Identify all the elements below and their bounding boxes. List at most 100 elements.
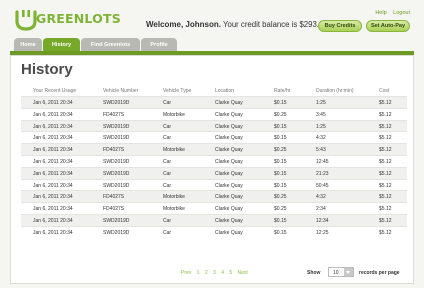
cell-vehicle-type: Car — [163, 123, 172, 130]
cell-duration: 12:25 — [316, 229, 329, 236]
cell-location: Clarke Quay — [215, 111, 243, 118]
show-label: Show — [307, 270, 321, 276]
cell-location: Clarke Quay — [215, 170, 243, 177]
cell-vehicle-type: Car — [163, 135, 172, 142]
cell-location: Clarke Quay — [215, 182, 243, 189]
table-row: Jan 6, 2011 20:34 FD4027S Motorbike Clarke … — [21, 202, 407, 214]
cell-duration: 50:45 — [316, 182, 329, 189]
help-link[interactable]: Help — [375, 10, 386, 16]
credit-balance: Your credit balance is $293.08 — [223, 20, 328, 29]
page-link-4[interactable]: 4 — [221, 270, 224, 276]
cell-cost: $5.12 — [379, 194, 392, 201]
cell-vehicle-number: FD4027S — [103, 206, 125, 213]
cell-usage-date: Jan 6, 2011 20:34 — [33, 147, 73, 154]
cell-vehicle-type: Car — [163, 100, 172, 106]
column-header-rate[interactable]: Rate/hr — [274, 88, 290, 94]
cell-cost: $5.12 — [379, 170, 392, 177]
logout-link[interactable]: Logout — [393, 10, 410, 16]
cell-vehicle-number: SWD2019D — [103, 229, 130, 236]
records-per-page-select[interactable]: 10 — [328, 267, 354, 277]
cell-vehicle-number: FD4027S — [103, 194, 125, 201]
cell-duration: 1:25 — [316, 123, 326, 130]
next-page-link[interactable]: Next — [238, 270, 248, 276]
column-header-location[interactable]: Location — [215, 88, 234, 94]
records-per-page-label: records per page — [359, 270, 400, 276]
cell-vehicle-type: Car — [163, 182, 172, 189]
column-header-vehicle-number[interactable]: Vehicle Number — [103, 88, 138, 94]
cell-vehicle-type: Motorbike — [163, 206, 185, 213]
records-per-page-value: 10 — [333, 270, 339, 276]
cell-cost: $5.12 — [379, 158, 392, 165]
cell-rate: $0.25 — [274, 194, 287, 201]
cell-vehicle-type: Car — [163, 217, 172, 224]
cell-usage-date: Jan 6, 2011 20:34 — [33, 182, 73, 189]
cell-duration: 3:45 — [316, 111, 326, 118]
column-header-usage[interactable]: Your Recent Usage — [33, 88, 76, 94]
cell-location: Clarke Quay — [215, 100, 243, 106]
tab-find-greenlots[interactable]: Find Greenlots — [81, 38, 140, 52]
cell-rate: $0.15 — [274, 170, 287, 177]
cell-cost: $5.12 — [379, 147, 392, 154]
cell-rate: $0.15 — [274, 217, 287, 224]
table-row: Jan 6, 2011 20:34 FD4027S Motorbike Clarke … — [21, 143, 407, 155]
table-row: Jan 6, 2011 20:34 SWD2019D Car Clarke Quay $… — [21, 96, 407, 108]
cell-vehicle-type: Car — [163, 229, 172, 236]
cell-cost: $5.12 — [379, 229, 392, 236]
page-link-3[interactable]: 3 — [213, 270, 216, 276]
tab-history[interactable]: History — [43, 38, 80, 52]
cell-vehicle-number: SWD2019D — [103, 135, 130, 142]
column-header-duration[interactable]: Duration (hr:min) — [316, 88, 354, 94]
cell-duration: 1:25 — [316, 100, 326, 106]
buy-credits-button[interactable]: Buy Credits — [318, 20, 362, 32]
greenlots-logo[interactable]: GREENLOTS — [14, 5, 144, 35]
cell-vehicle-type: Motorbike — [163, 111, 185, 118]
cell-location: Clarke Quay — [215, 158, 243, 165]
page-link-5[interactable]: 5 — [229, 270, 232, 276]
cell-cost: $5.12 — [379, 206, 392, 213]
cell-cost: $5.12 — [379, 182, 392, 189]
cell-vehicle-number: FD4027S — [103, 111, 125, 118]
cell-cost: $5.12 — [379, 100, 392, 106]
cell-duration: 12:45 — [316, 158, 329, 165]
column-header-cost[interactable]: Cost — [379, 88, 389, 94]
page-title: History — [21, 61, 73, 78]
cell-rate: $0.15 — [274, 123, 287, 130]
header: GREENLOTS Help Logout Welcome, Johnson. … — [0, 0, 424, 38]
tab-home[interactable]: Home — [14, 38, 42, 52]
cell-vehicle-type: Car — [163, 158, 172, 165]
cell-rate: $0.25 — [274, 147, 287, 154]
cell-usage-date: Jan 6, 2011 20:34 — [33, 135, 73, 142]
history-panel: History Your Recent Usage Vehicle Number… — [10, 55, 414, 284]
brand-name: GREENLOTS — [36, 11, 121, 26]
cell-rate: $0.15 — [274, 158, 287, 165]
cell-vehicle-number: SWD2019D — [103, 100, 130, 106]
cell-rate: $0.25 — [274, 206, 287, 213]
table-row: Jan 6, 2011 20:34 SWD2019D Car Clarke Quay $… — [21, 119, 407, 132]
cell-usage-date: Jan 6, 2011 20:34 — [33, 123, 73, 130]
cell-duration: 21:23 — [316, 170, 329, 177]
cell-usage-date: Jan 6, 2011 20:34 — [33, 229, 73, 236]
page-link-2[interactable]: 2 — [205, 270, 208, 276]
chevron-down-icon[interactable] — [344, 268, 353, 276]
cell-vehicle-type: Motorbike — [163, 194, 185, 201]
cell-location: Clarke Quay — [215, 135, 243, 142]
cell-cost: $5.12 — [379, 123, 392, 130]
cell-cost: $5.12 — [379, 217, 392, 224]
cell-location: Clarke Quay — [215, 206, 243, 213]
tab-profile[interactable]: Profile — [141, 38, 177, 52]
cell-duration: 2:34 — [316, 206, 326, 213]
cell-vehicle-type: Motorbike — [163, 147, 185, 154]
column-header-vehicle-type[interactable]: Vehicle Type — [163, 88, 191, 94]
prev-page-link[interactable]: Prev — [181, 270, 191, 276]
cell-location: Clarke Quay — [215, 147, 243, 154]
cell-rate: $0.15 — [274, 229, 287, 236]
cell-usage-date: Jan 6, 2011 20:34 — [33, 100, 73, 106]
cell-usage-date: Jan 6, 2011 20:34 — [33, 206, 73, 213]
cell-vehicle-number: SWD2019D — [103, 158, 130, 165]
table-row: Jan 6, 2011 20:34 SWD2019D Car Clarke Quay $… — [21, 225, 407, 238]
cell-rate: $0.15 — [274, 100, 287, 106]
cell-vehicle-number: SWD2019D — [103, 170, 130, 177]
set-auto-pay-button[interactable]: Set Auto-Pay — [366, 20, 410, 32]
cell-rate: $0.15 — [274, 135, 287, 142]
page-link-1[interactable]: 1 — [197, 270, 200, 276]
